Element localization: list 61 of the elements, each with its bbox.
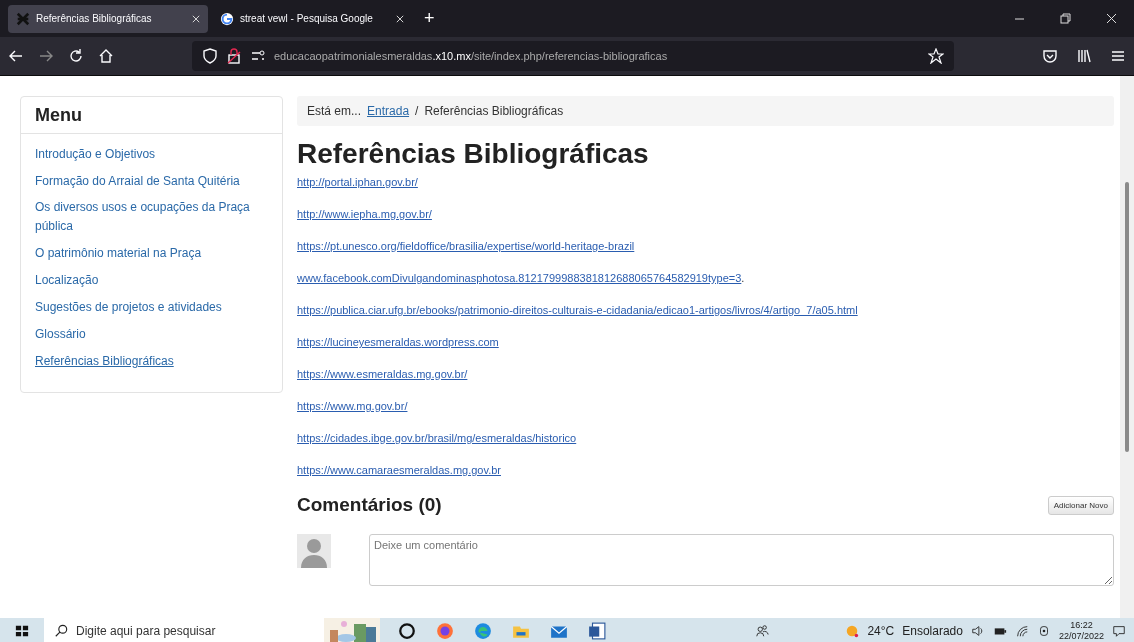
menu-link[interactable]: Sugestões de projetos e atividades [35,298,222,317]
shield-icon [202,48,218,64]
reference-link[interactable]: https://cidades.ibge.gov.br/brasil/mg/esmeraldas/historico [297,432,577,444]
menu-icon[interactable] [1110,48,1126,64]
close-icon[interactable] [192,14,200,23]
document-icon[interactable] [588,621,606,640]
menu-link[interactable]: Referências Bibliográficas [35,352,174,371]
pocket-icon[interactable] [1042,48,1058,64]
lock-icon [226,48,242,64]
browser-tab[interactable]: Referências Bibliográficas [8,4,208,33]
close-icon[interactable] [396,14,404,23]
add-new-button[interactable]: Adicionar Novo [1047,495,1114,515]
windows-icon[interactable] [15,623,29,638]
menu-link[interactable]: Formação do Arraial de Santa Quitéria [35,172,240,191]
menu-link[interactable]: Introdução e Objetivos [35,145,156,164]
weather-label: Ensolarado [902,623,963,638]
reference-line: www.facebook.comDivulgandominasphotosa.8121799988381812688065764582919type=3. [297,271,746,286]
menu-link[interactable]: Glossário [35,325,86,344]
people-icon[interactable] [755,623,770,638]
reference-link[interactable]: https://pt.unesco.org/fieldoffice/brasilia/expertise/world-heritage-brazil [297,240,635,252]
clock[interactable]: 16:22 22/07/2022 [1058,619,1104,642]
temperature: 24°C [867,623,895,638]
menu-title: Menu [21,97,282,134]
reference-link[interactable]: https://publica.ciar.ufg.br/ebooks/patrimonio-direitos-culturais-e-cidadania/edicao1-artigos/livros/4/artigo_7/a05.html [297,304,858,316]
reference-link[interactable]: http://portal.iphan.gov.br/ [297,176,418,188]
reference-link[interactable]: https://www.mg.gov.br/ [297,400,408,412]
reference-link[interactable]: https://www.camaraesmeraldas.mg.gov.br [297,464,501,476]
library-icon[interactable] [1076,48,1092,64]
sun-icon [845,623,860,638]
volume-icon[interactable] [970,623,985,638]
comment-field[interactable]: Deixe um comentário [369,534,1114,586]
star-icon[interactable] [928,48,944,64]
url-text: educacaopatrimonialesmeraldas.x10.mx/site/index.php/referencias-bibliograficas [274,50,669,62]
breadcrumb-link[interactable]: Entrada [367,104,410,118]
menu-link[interactable]: O patrimônio material na Praça [35,244,202,263]
page-title: Referências Bibliográficas [297,138,650,170]
breadcrumb-separator: / [415,104,419,118]
browser-tab[interactable]: streat vewl - Pesquisa Google [212,4,412,33]
breadcrumb-label: Está em... [307,104,362,118]
new-tab-button[interactable]: + [416,8,443,29]
reload-icon[interactable] [68,48,84,64]
avatar-icon [297,534,331,568]
cortana-icon[interactable] [398,621,416,640]
comments-title: Comentários (0) [297,494,442,516]
menu-link[interactable]: Os diversos usos e ocupações da Praça pública [35,198,268,236]
notification-icon[interactable] [1112,623,1126,638]
site-icon [16,11,30,26]
search-icon [54,623,68,638]
home-icon[interactable] [98,48,114,64]
wifi-icon[interactable] [1014,623,1029,638]
address-bar[interactable]: educacaopatrimonialesmeraldas.x10.mx/site/index.php/referencias-bibliograficas [192,41,954,71]
taskbar-search-field[interactable]: Digite aqui para pesquisar [44,618,324,642]
reference-link[interactable]: https://www.esmeraldas.mg.gov.br/ [297,368,468,380]
scrollbar[interactable] [1120,76,1134,618]
forward-icon[interactable] [38,48,54,64]
breadcrumb-current: Referências Bibliográficas [424,104,564,118]
back-icon[interactable] [8,48,24,64]
reference-link[interactable]: http://www.iepha.mg.gov.br/ [297,208,432,220]
reference-link[interactable]: https://lucineyesmeraldas.wordpress.com [297,336,499,348]
search-placeholder: Digite aqui para pesquisar [76,623,216,638]
menu-link[interactable]: Localização [35,271,99,290]
